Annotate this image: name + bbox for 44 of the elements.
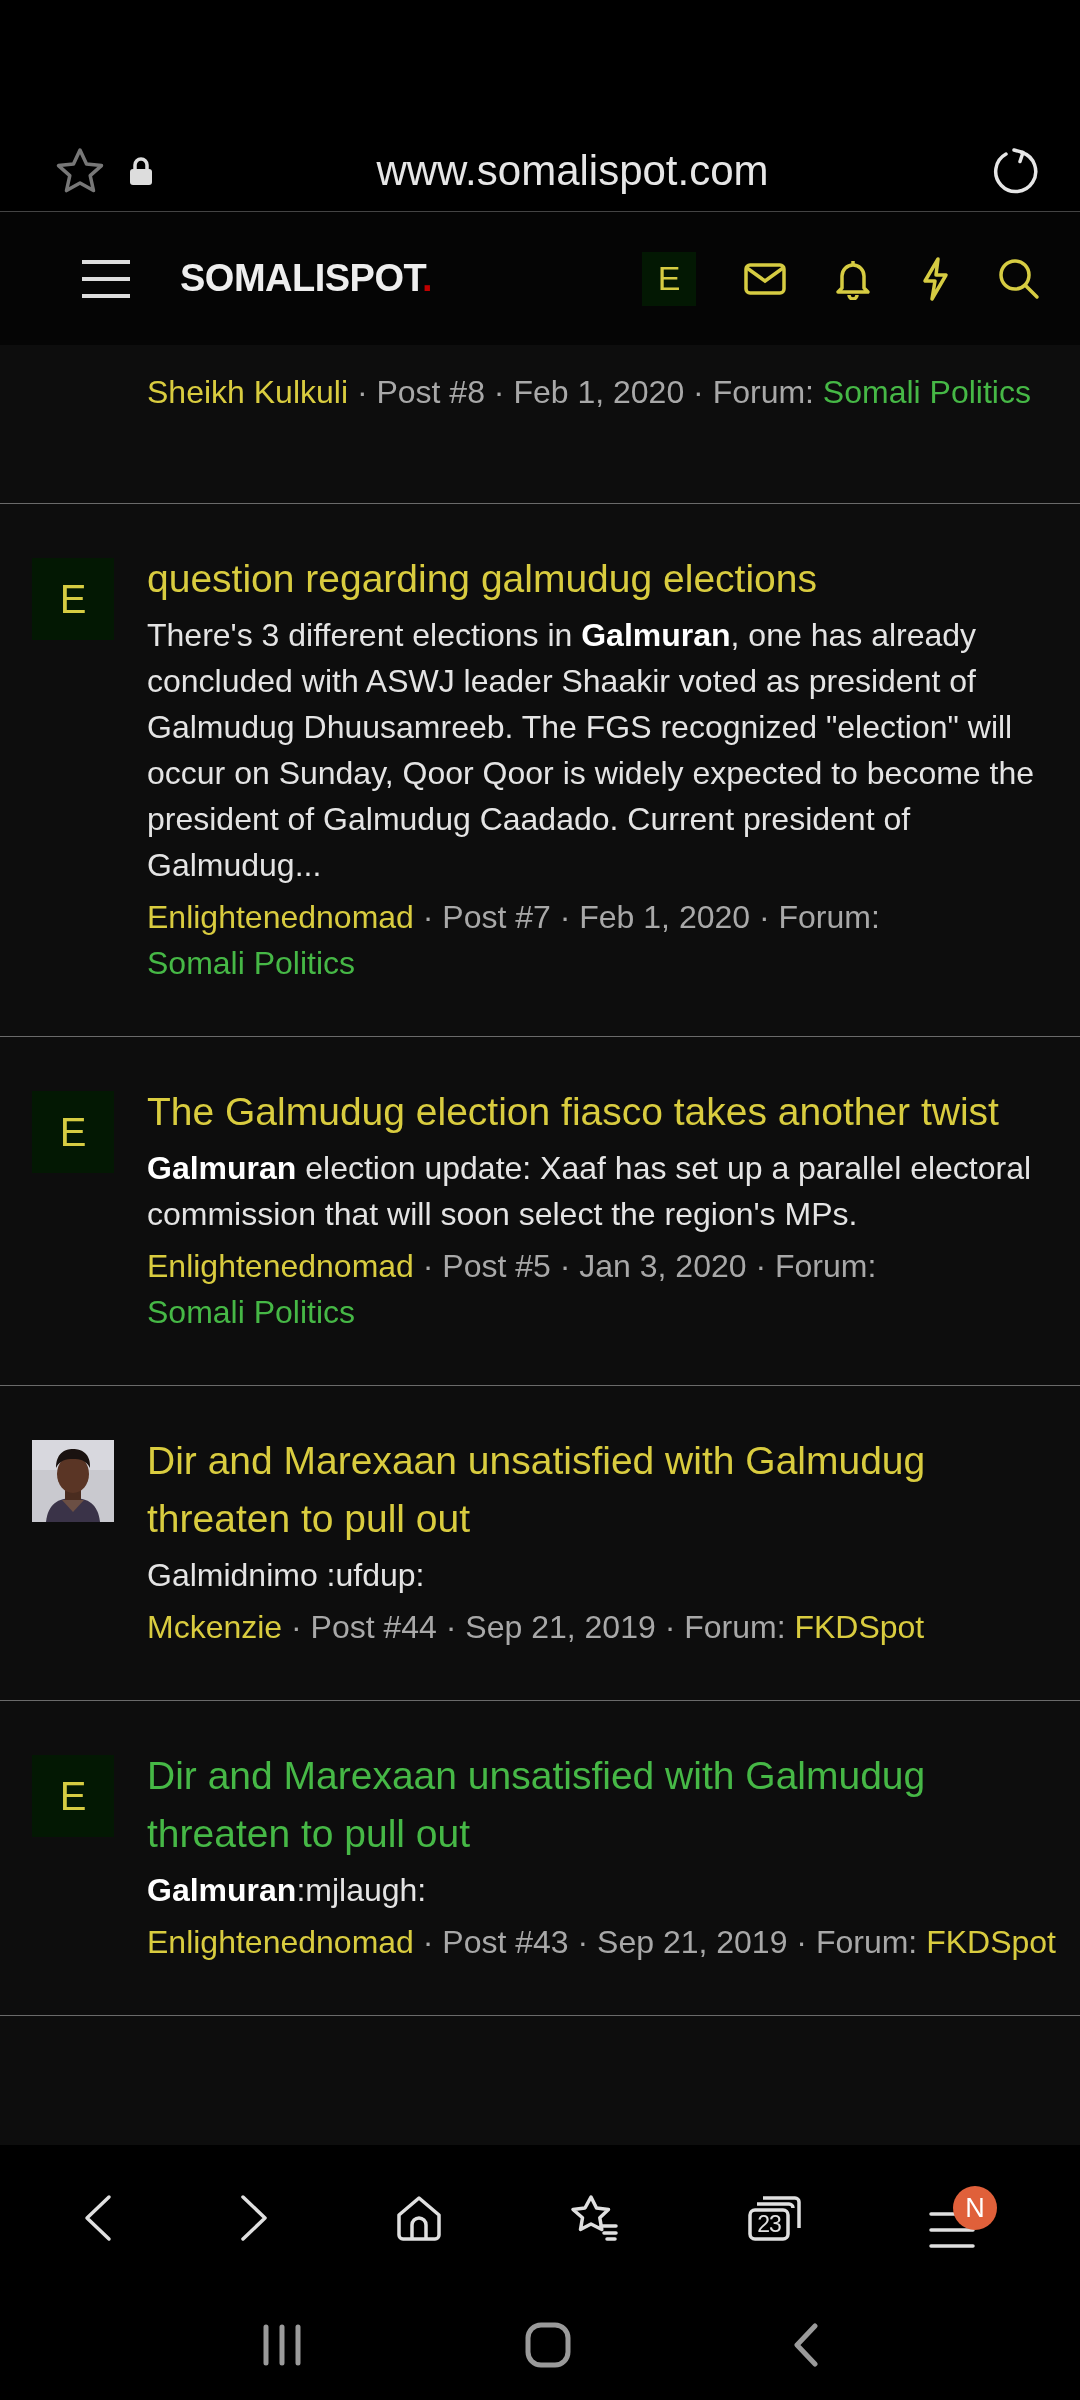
post-snippet: Galmuran:mjlaugh: (147, 1871, 428, 1910)
back-icon[interactable] (793, 2323, 819, 2367)
search-icon[interactable] (998, 257, 1040, 300)
url-text[interactable]: www.somalispot.com (153, 139, 992, 202)
post-meta: Enlightenednomad · Post #7 · Feb 1, 2020 · Forum: Somali Politics (147, 898, 881, 983)
forum-link[interactable]: FKDSpot (926, 1924, 1056, 1960)
home-icon[interactable] (395, 2194, 443, 2241)
thread-title[interactable]: The Galmudug election fiasco takes another twist (147, 1083, 1060, 1141)
lightning-icon[interactable] (920, 256, 950, 301)
forward-icon[interactable] (239, 2193, 269, 2242)
home-icon[interactable] (525, 2322, 571, 2368)
author-link[interactable]: Mckenzie (147, 1609, 283, 1645)
post-snippet: Galmuran election update: Xaaf has set up a parallel electoral commission that will soon select the region's MPs. (147, 1149, 1033, 1234)
post-meta: Mckenzie · Post #44 · Sep 21, 2019 · Forum: FKDSpot (147, 1608, 926, 1647)
forum-link[interactable]: Somali Politics (147, 1294, 356, 1330)
menu-icon[interactable] (80, 258, 132, 299)
forum-link[interactable]: Somali Politics (822, 374, 1031, 410)
site-logo[interactable]: SOMALISPOT. (180, 250, 433, 307)
thread-title[interactable]: Dir and Marexaan unsatisfied with Galmudug threaten to pull out (147, 1432, 1060, 1548)
notification-badge: N (953, 2185, 997, 2230)
star-icon[interactable] (55, 146, 105, 195)
post-meta: Enlightenednomad · Post #5 · Jan 3, 2020 · Forum: Somali Politics (147, 1247, 878, 1332)
forum-link[interactable]: Somali Politics (147, 945, 356, 981)
reload-icon[interactable] (992, 146, 1040, 195)
post-meta: Enlightenednomad · Post #43 · Sep 21, 2019 · Forum: FKDSpot (147, 1923, 1057, 1962)
post-snippet: There's 3 different elections in Galmuran, one has already concluded with ASWJ leader Shaakir voted as president of Galmudug Dhuusamreeb. The FGS recognized "election" will occur on Sunday, Qoor Qoor is widely expected to become the president of Galmudug Caadado. Current president of Galmudug... (147, 616, 1035, 885)
post-meta: Sheikh Kulkuli · Post #8 · Feb 1, 2020 · Forum: Somali Politics (147, 373, 1032, 412)
envelope-icon[interactable] (744, 262, 786, 295)
post-snippet: Galmidnimo :ufdup: (147, 1556, 426, 1595)
browser-menu-button[interactable]: N (929, 2185, 997, 2250)
thread-title[interactable]: Dir and Marexaan unsatisfied with Galmudug threaten to pull out (147, 1747, 1060, 1863)
forum-link[interactable]: FKDSpot (794, 1609, 925, 1645)
thread-title[interactable]: question regarding galmudug elections (147, 550, 1060, 608)
account-avatar[interactable]: E (642, 251, 696, 306)
author-link[interactable]: Enlightenednomad (147, 1924, 414, 1960)
author-link[interactable]: Sheikh Kulkuli (147, 374, 348, 410)
user-avatar[interactable]: E (32, 558, 114, 640)
back-icon[interactable] (83, 2193, 113, 2242)
author-link[interactable]: Enlightenednomad (147, 899, 414, 935)
user-avatar[interactable]: E (32, 1755, 114, 1837)
author-link[interactable]: Enlightenednomad (147, 1248, 414, 1284)
recent-apps-icon[interactable] (261, 2324, 303, 2366)
user-avatar[interactable]: E (32, 1091, 114, 1173)
bookmarks-icon[interactable] (569, 2193, 621, 2242)
